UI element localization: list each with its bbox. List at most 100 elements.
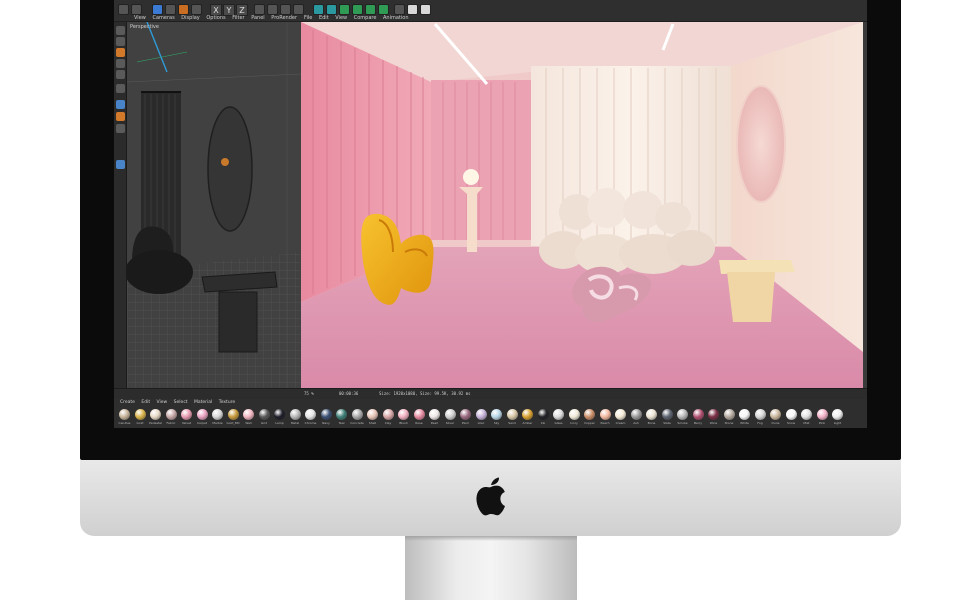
material-swatch[interactable]: Silver xyxy=(444,407,457,427)
material-swatch[interactable]: Light xyxy=(831,407,844,427)
material-swatch[interactable]: Carpet xyxy=(196,407,209,427)
array-button[interactable] xyxy=(352,4,363,15)
solo-button[interactable] xyxy=(116,124,125,133)
move-tool-button[interactable] xyxy=(165,4,176,15)
material-preview-ball xyxy=(708,409,719,420)
scale-tool-button[interactable] xyxy=(178,4,189,15)
menu-edit[interactable]: Edit xyxy=(319,15,329,21)
menu-animation[interactable]: Animation xyxy=(383,15,409,21)
material-swatch[interactable]: Sand xyxy=(506,407,519,427)
menu-prorender[interactable]: ProRender xyxy=(271,15,297,21)
cloner-button[interactable] xyxy=(365,4,376,15)
material-swatch[interactable]: Amber xyxy=(521,407,534,427)
material-swatch[interactable]: Grid xyxy=(258,407,271,427)
material-swatch[interactable]: Ash xyxy=(630,407,643,427)
workplane-button[interactable] xyxy=(116,112,125,121)
material-swatch[interactable]: Slate xyxy=(661,407,674,427)
material-swatch[interactable]: Ink xyxy=(537,407,550,427)
material-swatch[interactable]: Metal xyxy=(289,407,302,427)
material-swatch[interactable]: Mist xyxy=(800,407,813,427)
material-swatch[interactable]: Ivory xyxy=(568,407,581,427)
material-swatch[interactable]: Lilac xyxy=(475,407,488,427)
menu-view-material[interactable]: View xyxy=(157,400,168,405)
menu-display[interactable]: Display xyxy=(181,15,199,21)
material-swatch[interactable]: Rose xyxy=(413,407,426,427)
snap-button[interactable] xyxy=(116,100,125,109)
material-swatch[interactable]: Plum xyxy=(459,407,472,427)
light-button[interactable] xyxy=(420,4,431,15)
material-swatch[interactable]: Marble xyxy=(211,407,224,427)
menu-filter[interactable]: Filter xyxy=(232,15,244,21)
floor-button[interactable] xyxy=(394,4,405,15)
material-swatch[interactable]: Fabric xyxy=(165,407,178,427)
menu-view[interactable]: View xyxy=(134,15,146,21)
material-swatch[interactable]: Navy xyxy=(320,407,333,427)
render-region-button[interactable] xyxy=(267,4,278,15)
redo-button[interactable] xyxy=(131,4,142,15)
menu-options[interactable]: Options xyxy=(206,15,225,21)
edges-mode-button[interactable] xyxy=(116,37,125,46)
material-swatch[interactable]: Dune xyxy=(769,407,782,427)
material-swatch[interactable]: Cream xyxy=(614,407,627,427)
render-view-button[interactable] xyxy=(280,4,291,15)
material-swatch[interactable]: Wall xyxy=(242,407,255,427)
material-swatch[interactable]: Snow xyxy=(785,407,798,427)
material-swatch[interactable]: Copper xyxy=(583,407,596,427)
material-swatch[interactable]: Candles xyxy=(118,407,131,427)
material-swatch[interactable]: Lamp xyxy=(273,407,286,427)
menu-edit-material[interactable]: Edit xyxy=(141,400,150,405)
points-mode-button[interactable] xyxy=(116,26,125,35)
menu-compare[interactable]: Compare xyxy=(354,15,377,21)
material-swatch[interactable]: Teal xyxy=(335,407,348,427)
spline-pen-button[interactable] xyxy=(326,4,337,15)
render-to-picture-viewer-button[interactable] xyxy=(293,4,304,15)
menu-view-render[interactable]: View xyxy=(335,15,347,21)
subdivision-button[interactable] xyxy=(339,4,350,15)
material-swatch[interactable]: Velvet xyxy=(180,407,193,427)
rotate-tool-button[interactable] xyxy=(191,4,202,15)
material-swatch[interactable]: Fog xyxy=(754,407,767,427)
material-swatch[interactable]: Gold_Mtl xyxy=(227,407,240,427)
menu-select[interactable]: Select xyxy=(174,400,188,405)
material-swatch[interactable]: Concrete xyxy=(350,407,364,427)
material-swatch[interactable]: Blush xyxy=(397,407,410,427)
material-swatch[interactable]: Clay xyxy=(382,407,395,427)
editor-viewport[interactable]: Perspective xyxy=(127,22,301,388)
material-swatch[interactable]: White xyxy=(738,407,751,427)
coordinate-system-button[interactable] xyxy=(254,4,265,15)
material-swatch[interactable]: Bone xyxy=(645,407,658,427)
material-swatch[interactable]: Pink xyxy=(816,407,829,427)
material-swatch[interactable]: Shell xyxy=(366,407,379,427)
material-swatch[interactable]: Peach xyxy=(599,407,612,427)
model-mode-button[interactable] xyxy=(116,59,125,68)
zoom-level[interactable]: 75 % xyxy=(304,391,314,396)
polygons-mode-button[interactable] xyxy=(116,48,125,57)
material-swatch[interactable]: Berry xyxy=(692,407,705,427)
material-preview-ball xyxy=(258,409,270,420)
menu-cameras[interactable]: Cameras xyxy=(152,15,174,21)
viewport-camera-label[interactable]: Perspective xyxy=(130,24,159,30)
material-swatch[interactable]: Chrome xyxy=(304,407,317,427)
material-swatch-label: Light xyxy=(833,421,842,425)
menu-panel[interactable]: Panel xyxy=(251,15,265,21)
material-swatch[interactable]: Sky xyxy=(490,407,503,427)
menu-create[interactable]: Create xyxy=(120,400,135,405)
material-swatch[interactable]: Glass xyxy=(552,407,565,427)
menu-material[interactable]: Material xyxy=(194,400,212,405)
material-swatch[interactable]: Gold xyxy=(134,407,147,427)
texture-mode-button[interactable] xyxy=(116,70,125,79)
viewport-solo-button[interactable] xyxy=(116,160,125,169)
material-swatch[interactable]: Smoke xyxy=(676,407,689,427)
menu-texture[interactable]: Texture xyxy=(219,400,235,405)
material-swatch[interactable]: Wine xyxy=(707,407,720,427)
cube-object-button[interactable] xyxy=(313,4,324,15)
axis-mode-button[interactable] xyxy=(116,84,125,93)
live-selection-button[interactable] xyxy=(152,4,163,15)
material-swatch[interactable]: Pedestal xyxy=(149,407,162,427)
menu-file[interactable]: File xyxy=(304,15,312,21)
undo-button[interactable] xyxy=(118,4,129,15)
material-swatch[interactable]: Pearl xyxy=(428,407,441,427)
deformer-button[interactable] xyxy=(378,4,389,15)
camera-button[interactable] xyxy=(407,4,418,15)
material-swatch[interactable]: Stone xyxy=(723,407,736,427)
